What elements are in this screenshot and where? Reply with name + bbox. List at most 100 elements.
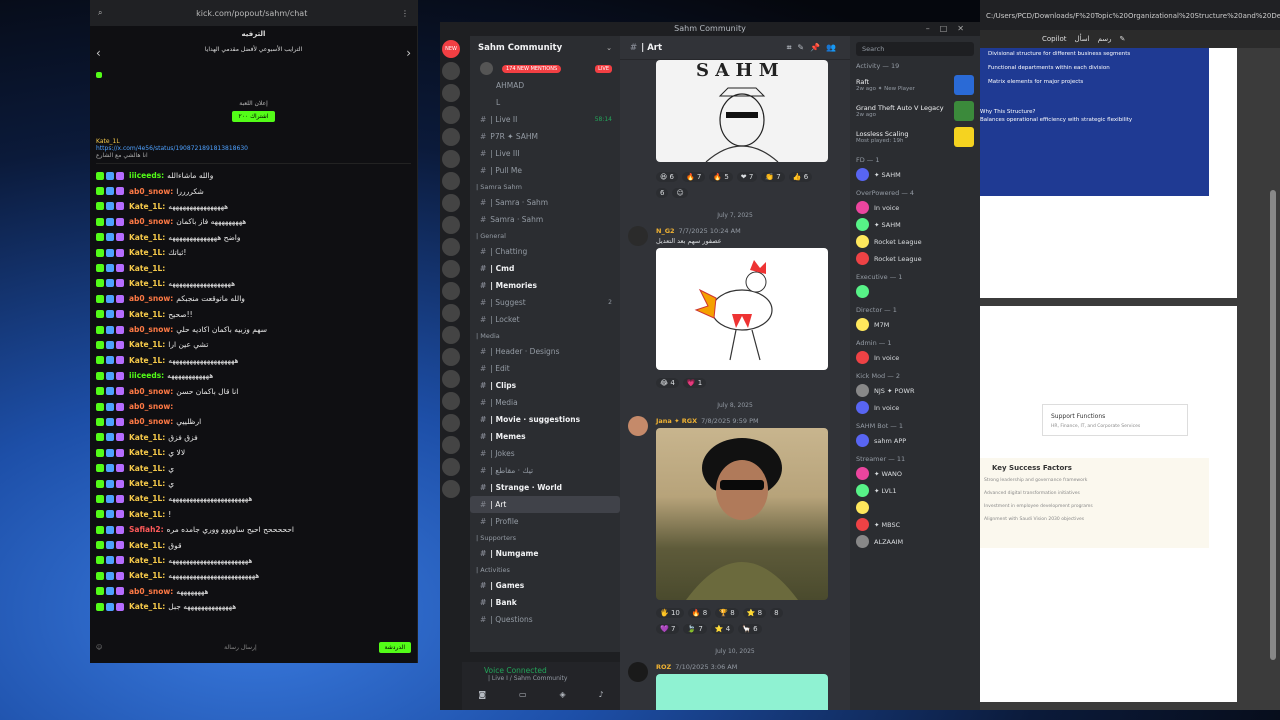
reaction[interactable]: 🏆 8 [715,608,739,618]
member-item[interactable]: ✦ SAHM [850,216,980,233]
server-icon[interactable] [442,172,460,190]
pdf-url[interactable]: C:/Users/PCD/Downloads/F%20Topic%20Organ… [980,12,1280,26]
chat-message[interactable]: Kate_1L: ههههههههههههههه جبل [96,599,411,614]
reaction[interactable]: 💗 1 [682,378,707,388]
search-input[interactable]: Search [856,42,974,56]
chat-message[interactable]: ab0_snow: هههههههههه فاز باكمان [96,214,411,229]
channel-item[interactable]: # | Live III [470,145,620,162]
member-item[interactable]: ✦ WANO [850,465,980,482]
member-item[interactable]: NJS ✦ POWR [850,382,980,399]
server-icon-new[interactable]: NEW [442,40,460,58]
chat-username[interactable]: ab0_snow: [129,217,173,226]
reaction[interactable]: 😂 4 [656,378,679,388]
channel-item[interactable]: # | Live II 58:14 [470,111,620,128]
member-item[interactable]: sahm APP [850,432,980,449]
post-author[interactable]: ROZ [656,663,671,671]
chat-username[interactable]: Kate_1L: [129,448,165,457]
channel-item[interactable]: # | Games [470,577,620,594]
channel-item[interactable]: # | Profile [470,513,620,530]
member-item[interactable] [850,283,980,300]
chat-username[interactable]: Kate_1L: [129,202,165,211]
chat-username[interactable]: ab0_snow: [129,402,173,411]
chat-username[interactable]: Kate_1L: [129,264,165,273]
reaction[interactable]: ⭐ 8 [742,608,767,618]
member-item[interactable]: ✦ MBSC [850,516,980,533]
chat-message[interactable]: Kate_1L:! [96,507,411,522]
chevron-down-icon[interactable]: ⌄ [606,44,612,52]
chat-username[interactable]: Kate_1L: [129,310,165,319]
chat-username[interactable]: Safiah2: [129,525,164,534]
reaction-row[interactable]: 😆 6 🔥 7 🔥 5 ❤ 7 👏 7 👍 6 [656,172,813,182]
chat-username[interactable]: Kate_1L: [129,479,165,488]
server-icon[interactable] [442,194,460,212]
ask-button[interactable]: اسأل [1075,35,1090,43]
server-icon[interactable] [442,458,460,476]
chat-message-list[interactable]: iiiceeds: والله ماشاءالله ab0_snow: شكررررا… [90,168,417,614]
server-icon[interactable] [442,260,460,278]
channel-item[interactable]: # | Media [470,394,620,411]
channel-item[interactable]: # | Samra · Sahm [470,194,620,211]
copilot-button[interactable]: Copilot [1042,35,1067,43]
member-item[interactable]: In voice [850,349,980,366]
chat-message[interactable]: Kate_1L: ههههههههههههههههه [96,199,411,214]
chat-username[interactable]: ab0_snow: [129,387,173,396]
server-icon[interactable] [442,216,460,234]
chat-username[interactable]: iiiceeds: [129,171,164,180]
reaction-row[interactable]: 🖐 10 🔥 8 🏆 8 ⭐ 88 [656,608,783,618]
chat-username[interactable]: Kate_1L: [129,233,165,242]
reaction[interactable]: 6 [656,188,669,198]
chat-username[interactable]: Kate_1L: [129,279,165,288]
activity-item[interactable]: Raft 2w ago ✦ New Player [850,72,980,98]
server-icon[interactable] [442,392,460,410]
reaction[interactable]: 🦙 6 [738,624,762,634]
soundboard-icon[interactable]: ♪ [598,690,603,699]
chat-username[interactable]: Kate_1L: [129,248,165,257]
server-icon[interactable] [442,326,460,344]
server-icon[interactable] [442,480,460,498]
voice-user[interactable]: 174 NEW MENTIONS LIVE [470,60,620,77]
server-icon[interactable] [442,348,460,366]
channel-item[interactable]: # | تيك · مقاطع [470,462,620,479]
server-icon[interactable] [442,304,460,322]
chevron-left-icon[interactable]: ‹ [96,46,101,60]
rooster-image[interactable] [656,248,828,370]
pinned-link[interactable]: https://x.com/4e56/status/19087218918138… [96,145,411,152]
server-icon[interactable] [442,370,460,388]
avatar[interactable] [628,662,648,682]
server-icon[interactable] [442,150,460,168]
server-icon[interactable] [442,128,460,146]
chat-message[interactable]: ab0_snow: [96,399,411,414]
activity-item[interactable]: Grand Theft Auto V Legacy 2w ago [850,98,980,124]
chat-username[interactable]: ab0_snow: [129,587,173,596]
mint-image[interactable] [656,674,828,710]
member-item[interactable]: Rocket League [850,250,980,267]
chat-message[interactable]: Kate_1L: ي [96,460,411,475]
member-item[interactable]: In voice [850,199,980,216]
chat-username[interactable]: ab0_snow: [129,294,173,303]
channel-item[interactable]: # | Questions [470,611,620,628]
channel-item[interactable]: # | Pull Me [470,162,620,179]
chat-message[interactable]: Kate_1L: قوق [96,537,411,552]
reaction[interactable]: 🍃 7 [683,624,707,634]
chat-username[interactable]: ab0_snow: [129,187,173,196]
post-author[interactable]: N_G2 [656,227,675,235]
channel-item[interactable]: # P7R ✦ SAHM [470,128,620,145]
server-icon[interactable] [442,238,460,256]
chat-username[interactable]: Kate_1L: [129,356,165,365]
member-item[interactable]: In voice [850,399,980,416]
chat-message[interactable]: Kate_1L: لالا ي [96,445,411,460]
chat-message[interactable]: ab0_snow: سهم وزبيه باكمان اكاديه حلي [96,322,411,337]
member-item[interactable]: ✦ LVL1 [850,482,980,499]
channel-category[interactable]: | General [470,228,620,243]
channel-item[interactable]: # | Cmd [470,260,620,277]
channel-item[interactable]: # | Memes [470,428,620,445]
activity-item[interactable]: Lossless Scaling Most played: 19h [850,124,980,150]
channel-item[interactable]: # | Bank [470,594,620,611]
reaction[interactable]: 😆 6 [656,172,678,182]
channel-item[interactable]: # | Movie · suggestions [470,411,620,428]
chat-message[interactable]: Kate_1L: هههههههههههههههههههه [96,353,411,368]
channel-item[interactable]: # | Edit [470,360,620,377]
chat-username[interactable]: Kate_1L: [129,510,165,519]
reaction-row[interactable]: 💜 7 🍃 7 ⭐ 4 🦙 6 [656,624,762,634]
channel-category[interactable]: | Samra Sahm [470,179,620,194]
